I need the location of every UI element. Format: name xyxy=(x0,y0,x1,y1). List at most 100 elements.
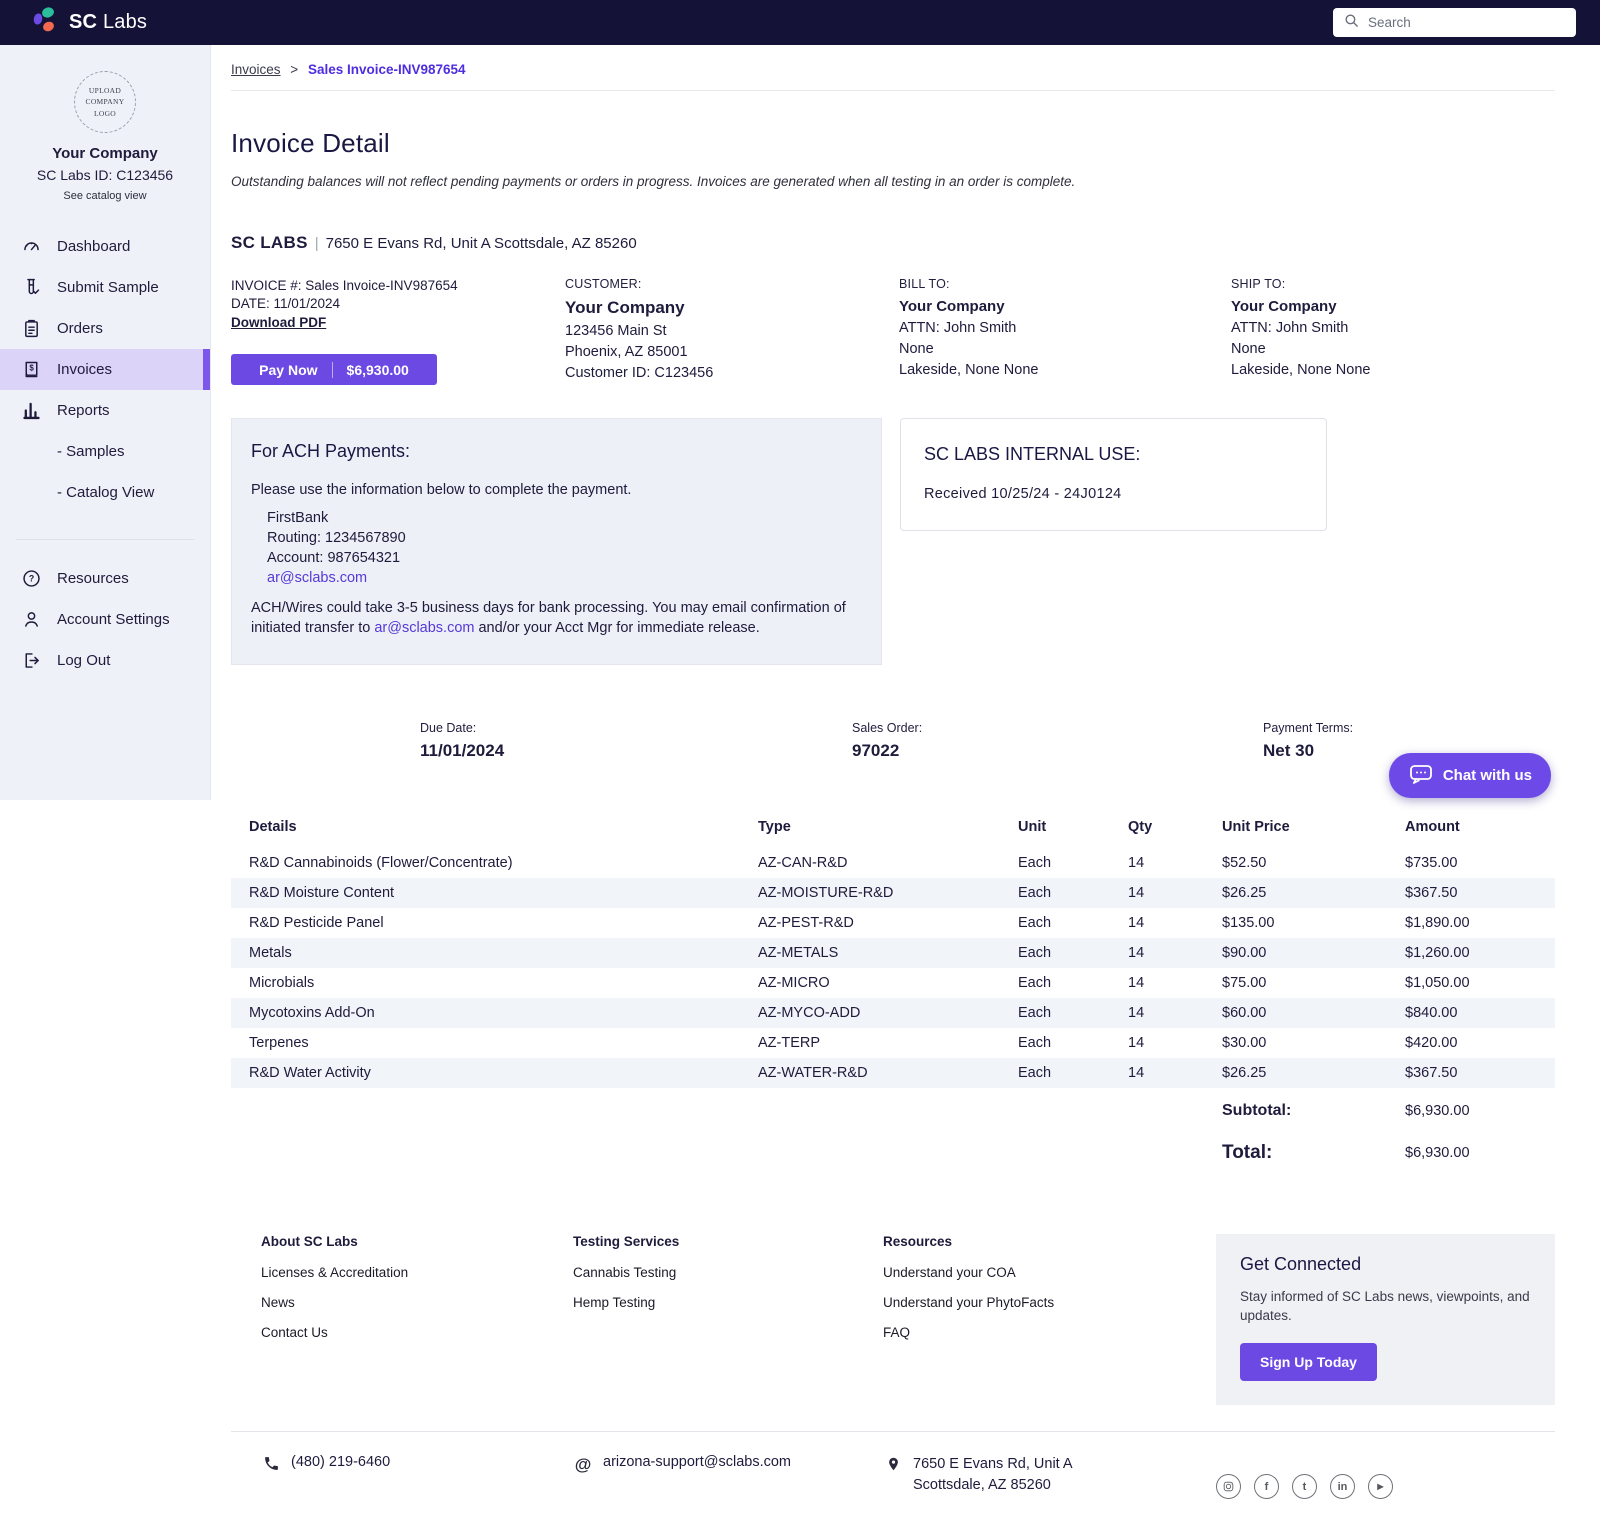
invoice-date: DATE: 11/01/2024 xyxy=(231,295,565,313)
phone-number[interactable]: (480) 219-6460 xyxy=(291,1454,390,1470)
footer-link-contact-us[interactable]: Contact Us xyxy=(261,1325,573,1340)
ach-account: Account: 987654321 xyxy=(267,548,862,568)
cell-unit-price: $30.00 xyxy=(1222,1035,1405,1051)
table-row: Metals AZ-METALS Each 14 $90.00 $1,260.0… xyxy=(231,938,1555,968)
footer-link-hemp-testing[interactable]: Hemp Testing xyxy=(573,1295,883,1310)
cell-type: AZ-METALS xyxy=(758,945,1018,961)
twitter-icon[interactable]: t xyxy=(1292,1474,1317,1499)
sidebar-nav: Dashboard Submit Sample Orders $ Invoice… xyxy=(0,226,210,681)
download-pdf-link[interactable]: Download PDF xyxy=(231,315,326,330)
sidebar-item-catalog-view[interactable]: - Catalog View xyxy=(0,472,210,513)
cell-unit-price: $90.00 xyxy=(1222,945,1405,961)
breadcrumb-invoices-link[interactable]: Invoices xyxy=(231,62,281,77)
sidebar-item-invoices[interactable]: $ Invoices xyxy=(0,349,210,390)
question-glyph: ? xyxy=(28,574,33,584)
footer-col-heading: Testing Services xyxy=(573,1234,883,1249)
due-date-block: Due Date: 11/01/2024 xyxy=(420,721,504,761)
sidebar-item-samples[interactable]: - Samples xyxy=(0,431,210,472)
pay-now-amount: $6,930.00 xyxy=(333,362,409,378)
search-box[interactable] xyxy=(1333,8,1576,37)
total-row: Total: $6,930.00 xyxy=(231,1142,1555,1164)
footer-col-heading: Resources xyxy=(883,1234,1216,1249)
footer-link-licenses[interactable]: Licenses & Accreditation xyxy=(261,1265,573,1280)
sidebar-company-name: Your Company xyxy=(0,145,210,162)
internal-use-title: SC LABS INTERNAL USE: xyxy=(924,444,1303,465)
see-catalog-view-link[interactable]: See catalog view xyxy=(0,190,210,202)
linkedin-icon[interactable]: in xyxy=(1330,1474,1355,1499)
cell-qty: 14 xyxy=(1128,1035,1222,1051)
cell-amount: $1,890.00 xyxy=(1405,915,1537,931)
sidebar-item-submit-sample[interactable]: Submit Sample xyxy=(0,267,210,308)
sidebar-item-dashboard[interactable]: Dashboard xyxy=(0,226,210,267)
sidebar-item-label: Invoices xyxy=(57,361,112,378)
payment-terms-label: Payment Terms: xyxy=(1263,721,1353,735)
search-input[interactable] xyxy=(1368,15,1548,30)
internal-use-received: Received 10/25/24 - 24J0124 xyxy=(924,486,1303,502)
logout-icon xyxy=(20,650,42,672)
footer-link-understand-phytofacts[interactable]: Understand your PhytoFacts xyxy=(883,1295,1216,1310)
subtotal-value: $6,930.00 xyxy=(1405,1103,1537,1119)
sidebar-item-label: - Catalog View xyxy=(57,484,154,501)
brand-text: SC Labs xyxy=(69,11,147,34)
location-pin-icon xyxy=(883,1455,903,1473)
breadcrumb-separator: > xyxy=(290,62,298,77)
sclabs-logo[interactable]: SC Labs xyxy=(30,5,147,40)
info-boxes-row: For ACH Payments: Please use the informa… xyxy=(231,418,1555,665)
bill-to-heading: BILL TO: xyxy=(899,277,1231,291)
clipboard-icon xyxy=(20,318,42,340)
footer-about-column: About SC Labs Licenses & Accreditation N… xyxy=(261,1234,573,1405)
col-header-qty: Qty xyxy=(1128,819,1222,835)
cell-details: R&D Moisture Content xyxy=(249,885,758,901)
ach-note-email-link[interactable]: ar@sclabs.com xyxy=(374,620,474,636)
cell-amount: $420.00 xyxy=(1405,1035,1537,1051)
pay-now-label: Pay Now xyxy=(259,362,332,378)
cell-type: AZ-MICRO xyxy=(758,975,1018,991)
person-icon xyxy=(20,609,42,631)
internal-use-box: SC LABS INTERNAL USE: Received 10/25/24 … xyxy=(900,418,1327,531)
instagram-icon[interactable] xyxy=(1216,1474,1241,1499)
upload-company-logo-placeholder[interactable]: UPLOAD COMPANY LOGO xyxy=(74,71,136,133)
cell-unit: Each xyxy=(1018,885,1128,901)
table-row: Mycotoxins Add-On AZ-MYCO-ADD Each 14 $6… xyxy=(231,998,1555,1028)
footer-link-understand-coa[interactable]: Understand your COA xyxy=(883,1265,1216,1280)
cell-type: AZ-WATER-R&D xyxy=(758,1065,1018,1081)
sales-order-label: Sales Order: xyxy=(852,721,922,735)
cell-amount: $1,260.00 xyxy=(1405,945,1537,961)
cell-unit-price: $26.25 xyxy=(1222,885,1405,901)
pay-now-button[interactable]: Pay Now $6,930.00 xyxy=(231,354,437,385)
customer-line: Customer ID: C123456 xyxy=(565,366,899,381)
cell-details: Microbials xyxy=(249,975,758,991)
sign-up-today-button[interactable]: Sign Up Today xyxy=(1240,1343,1377,1381)
sidebar-item-account-settings[interactable]: Account Settings xyxy=(0,599,210,640)
cell-unit-price: $135.00 xyxy=(1222,915,1405,931)
table-row: R&D Cannabinoids (Flower/Concentrate) AZ… xyxy=(231,848,1555,878)
ach-intro: Please use the information below to comp… xyxy=(251,482,862,498)
customer-name: Your Company xyxy=(565,298,899,318)
footer-resources-column: Resources Understand your COA Understand… xyxy=(883,1234,1216,1405)
youtube-icon[interactable]: ▶ xyxy=(1368,1474,1393,1499)
cell-qty: 14 xyxy=(1128,855,1222,871)
ach-routing: Routing: 1234567890 xyxy=(267,528,862,548)
sidebar-item-label: Account Settings xyxy=(57,611,170,628)
support-email[interactable]: arizona-support@sclabs.com xyxy=(603,1454,791,1470)
chat-with-us-button[interactable]: Chat with us xyxy=(1389,753,1551,798)
facebook-icon[interactable]: f xyxy=(1254,1474,1279,1499)
social-links: f t in ▶ xyxy=(1216,1474,1555,1499)
cell-unit-price: $60.00 xyxy=(1222,1005,1405,1021)
footer-link-faq[interactable]: FAQ xyxy=(883,1325,1216,1340)
cell-unit: Each xyxy=(1018,915,1128,931)
cell-details: Metals xyxy=(249,945,758,961)
sidebar-item-log-out[interactable]: Log Out xyxy=(0,640,210,681)
footer-link-cannabis-testing[interactable]: Cannabis Testing xyxy=(573,1265,883,1280)
sidebar-item-orders[interactable]: Orders xyxy=(0,308,210,349)
ship-to-heading: SHIP TO: xyxy=(1231,277,1555,291)
ach-email-link[interactable]: ar@sclabs.com xyxy=(267,568,862,588)
sidebar-item-reports[interactable]: Reports xyxy=(0,390,210,431)
footer-link-news[interactable]: News xyxy=(261,1295,573,1310)
get-connected-card: Get Connected Stay informed of SC Labs n… xyxy=(1216,1234,1555,1405)
cell-type: AZ-MOISTURE-R&D xyxy=(758,885,1018,901)
sidebar-item-resources[interactable]: ? Resources xyxy=(0,558,210,599)
dashboard-icon xyxy=(20,236,42,258)
bill-to-line: Lakeside, None None xyxy=(899,363,1231,378)
payment-terms-value: Net 30 xyxy=(1263,741,1353,761)
